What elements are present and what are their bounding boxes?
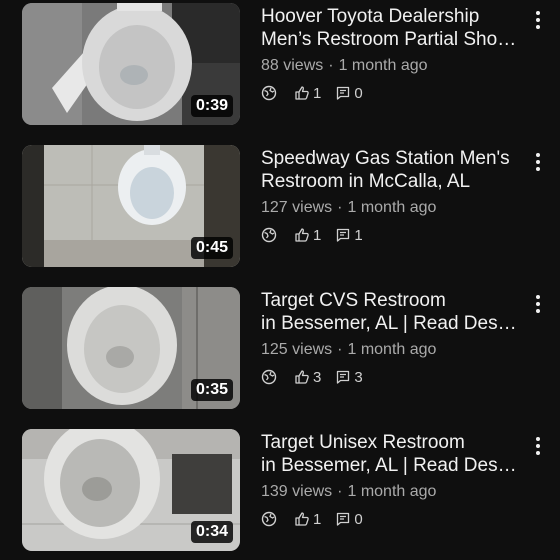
upload-age: 1 month ago [347, 199, 437, 216]
video-info: Target Unisex Restroom in Bessemer, AL |… [261, 431, 523, 528]
comment-icon [337, 512, 350, 526]
visibility-status [261, 227, 280, 243]
meta-separator: · [328, 57, 334, 74]
meta-separator: · [337, 483, 343, 500]
like-count: 1 [294, 227, 321, 244]
more-options-button[interactable] [528, 7, 548, 33]
video-stats: 1 0 [261, 510, 523, 528]
comment-icon [337, 370, 350, 384]
video-info: Hoover Toyota Dealership Men’s Restroom … [261, 5, 523, 102]
like-count: 1 [294, 85, 321, 102]
meta-separator: · [337, 199, 343, 216]
more-options-button[interactable] [528, 291, 548, 317]
video-duration: 0:35 [190, 379, 233, 401]
video-meta: 139 views · 1 month ago [261, 482, 523, 502]
more-vert-icon [536, 295, 540, 313]
like-count-value: 1 [313, 226, 322, 244]
like-count: 3 [294, 369, 321, 386]
comment-count: 1 [335, 226, 363, 244]
comment-count-value: 1 [354, 226, 363, 244]
like-count: 1 [294, 511, 321, 528]
globe-icon [261, 227, 277, 243]
video-meta: 127 views · 1 month ago [261, 198, 523, 218]
comment-count: 0 [335, 510, 363, 528]
view-count: 125 views [261, 341, 333, 358]
more-options-button[interactable] [528, 433, 548, 459]
visibility-status [261, 85, 280, 101]
video-title-line2[interactable]: Restroom in McCalla, AL [261, 170, 523, 193]
more-vert-icon [536, 153, 540, 171]
video-thumbnail[interactable]: 0:39 [22, 3, 240, 125]
thumbs-up-icon [295, 370, 309, 384]
video-info: Speedway Gas Station Men's Restroom in M… [261, 147, 523, 244]
globe-icon [261, 511, 277, 527]
visibility-status [261, 369, 280, 385]
comment-count-value: 0 [354, 84, 363, 102]
meta-separator: · [337, 341, 343, 358]
video-stats: 1 1 [261, 226, 523, 244]
upload-age: 1 month ago [347, 483, 437, 500]
video-item[interactable]: 0:35 Target CVS Restroom in Bessemer, AL… [0, 287, 560, 411]
globe-icon [261, 85, 277, 101]
video-duration: 0:39 [190, 95, 233, 117]
thumbs-up-icon [295, 86, 309, 100]
more-vert-icon [536, 11, 540, 29]
video-thumbnail[interactable]: 0:35 [22, 287, 240, 409]
like-count-value: 3 [313, 368, 322, 386]
like-count-value: 1 [313, 84, 322, 102]
more-vert-icon [536, 437, 540, 455]
upload-age: 1 month ago [338, 57, 428, 74]
more-options-button[interactable] [528, 149, 548, 175]
video-meta: 88 views · 1 month ago [261, 56, 523, 76]
video-meta: 125 views · 1 month ago [261, 340, 523, 360]
view-count: 139 views [261, 483, 333, 500]
video-stats: 3 3 [261, 368, 523, 386]
video-item[interactable]: 0:39 Hoover Toyota Dealership Men’s Rest… [0, 3, 560, 127]
comment-icon [337, 86, 350, 100]
video-thumbnail[interactable]: 0:45 [22, 145, 240, 267]
video-title-line1[interactable]: Target Unisex Restroom [261, 431, 523, 454]
visibility-status [261, 511, 280, 527]
view-count: 127 views [261, 199, 333, 216]
video-feed: 0:39 Hoover Toyota Dealership Men’s Rest… [0, 0, 560, 560]
video-title-line1[interactable]: Speedway Gas Station Men's [261, 147, 523, 170]
video-duration: 0:45 [190, 237, 233, 259]
comment-count: 0 [335, 84, 363, 102]
comment-count: 3 [335, 368, 363, 386]
like-count-value: 1 [313, 510, 322, 528]
comment-count-value: 3 [354, 368, 363, 386]
view-count: 88 views [261, 57, 324, 74]
upload-age: 1 month ago [347, 341, 437, 358]
video-stats: 1 0 [261, 84, 523, 102]
video-title-line1[interactable]: Hoover Toyota Dealership [261, 5, 523, 28]
globe-icon [261, 369, 277, 385]
video-title-line2[interactable]: Men’s Restroom Partial Shoo… [261, 28, 523, 51]
thumbs-up-icon [295, 512, 309, 526]
video-title-line2[interactable]: in Bessemer, AL | Read Desc… [261, 312, 523, 335]
video-title-line1[interactable]: Target CVS Restroom [261, 289, 523, 312]
video-item[interactable]: 0:34 Target Unisex Restroom in Bessemer,… [0, 429, 560, 553]
video-info: Target CVS Restroom in Bessemer, AL | Re… [261, 289, 523, 386]
comment-count-value: 0 [354, 510, 363, 528]
comment-icon [337, 228, 350, 242]
video-item[interactable]: 0:45 Speedway Gas Station Men's Restroom… [0, 145, 560, 269]
video-duration: 0:34 [190, 521, 233, 543]
video-title-line2[interactable]: in Bessemer, AL | Read Desc… [261, 454, 523, 477]
thumbs-up-icon [295, 228, 309, 242]
video-thumbnail[interactable]: 0:34 [22, 429, 240, 551]
